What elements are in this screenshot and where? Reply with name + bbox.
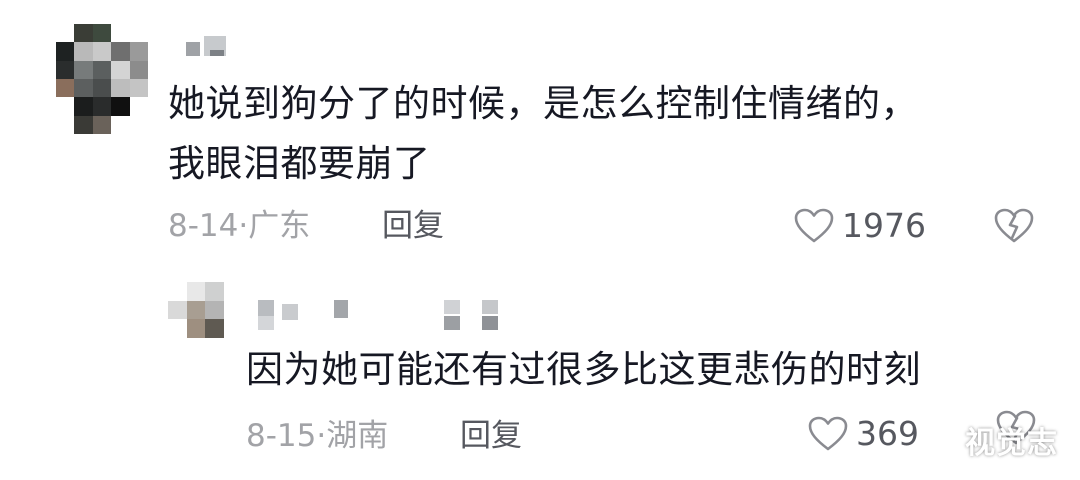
reply-button[interactable]: 回复 bbox=[382, 206, 444, 246]
comment-meta: 8-14·广东 bbox=[168, 206, 310, 246]
meta-separator: · bbox=[238, 208, 249, 244]
reply-meta: 8-15·湖南 bbox=[246, 416, 388, 456]
broken-heart-icon bbox=[994, 208, 1034, 243]
watermark: 视觉志 bbox=[965, 426, 1058, 461]
comment-date: 8-14 bbox=[168, 208, 239, 244]
like-count: 369 bbox=[856, 414, 919, 453]
reply-text: 因为她可能还有过很多比这更悲伤的时刻 bbox=[246, 348, 921, 391]
avatar[interactable] bbox=[168, 282, 224, 338]
like-button[interactable]: 369 bbox=[808, 414, 919, 454]
heart-icon bbox=[808, 416, 848, 451]
avatar[interactable] bbox=[56, 24, 148, 134]
comment-text-line: 我眼泪都要崩了 bbox=[168, 142, 431, 185]
like-count: 1976 bbox=[842, 206, 926, 245]
meta-separator: · bbox=[316, 418, 327, 454]
reply-date: 8-15 bbox=[246, 418, 317, 454]
like-button[interactable]: 1976 bbox=[794, 206, 926, 246]
comment-location: 广东 bbox=[248, 208, 311, 244]
username-blurred[interactable] bbox=[258, 298, 503, 332]
heart-icon bbox=[794, 208, 834, 243]
username-blurred[interactable] bbox=[186, 36, 236, 58]
comment-text-line: 她说到狗分了的时候，是怎么控制住情绪的， bbox=[168, 82, 918, 125]
reply-location: 湖南 bbox=[326, 418, 389, 454]
comment-text: 她说到狗分了的时候，是怎么控制住情绪的， 我眼泪都要崩了 bbox=[168, 74, 1008, 194]
dislike-button[interactable] bbox=[994, 208, 1034, 248]
reply-button[interactable]: 回复 bbox=[460, 416, 522, 456]
